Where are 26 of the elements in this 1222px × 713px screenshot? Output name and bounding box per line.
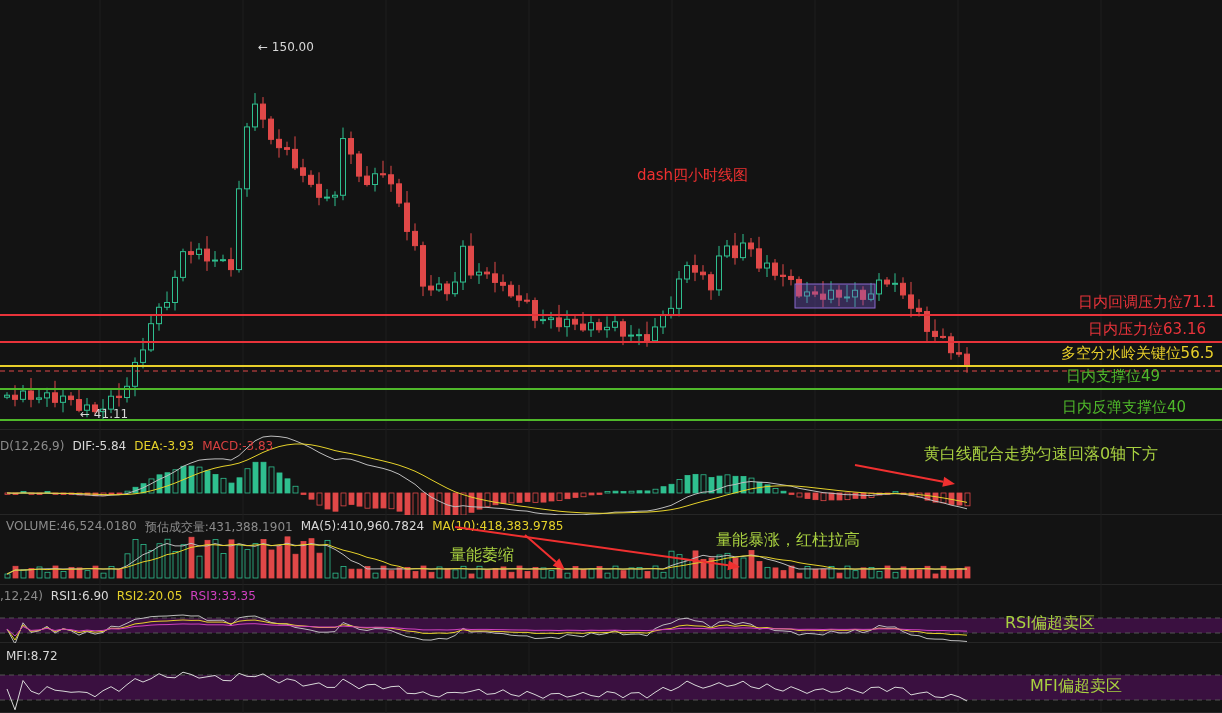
annotation-text: MFI偏超卖区: [1030, 676, 1122, 697]
chart-title: dash四小时线图: [637, 166, 749, 185]
level-label: 日内反弹支撑位40: [1061, 397, 1186, 417]
level-label: 多空分水岭关键位56.5: [1060, 343, 1214, 363]
indicator-value: 预估成交量:431,388.1901: [144, 519, 293, 536]
annotation-text: RSI偏超卖区: [1005, 613, 1095, 634]
indicator-value: MFI:8.72: [6, 649, 58, 663]
indicator-value: RSI3:33.35: [190, 589, 256, 603]
annotation-text: 量能暴涨，红柱拉高: [716, 530, 860, 551]
indicator-value: RSI2:20.05: [116, 589, 183, 603]
indicator-value: ,12,24): [0, 589, 43, 603]
price-marker: ← 150.00: [258, 40, 314, 54]
price-marker: ← 41.11: [80, 407, 129, 421]
indicator-value: MACD:-3.83: [202, 439, 274, 453]
indicator-value: D(12,26,9): [0, 439, 65, 453]
indicator-value: MA(5):410,960.7824: [300, 519, 425, 535]
annotation-text: 量能萎缩: [450, 545, 514, 566]
indicator-value: MA(10):418,383.9785: [432, 519, 564, 535]
level-label: 日内支撑位49: [1065, 366, 1160, 386]
indicator-value: DEA:-3.93: [134, 439, 195, 453]
indicator-value: DIF:-5.84: [72, 439, 127, 453]
indicator-value: VOLUME:46,524.0180: [6, 519, 137, 535]
level-label: 日内压力位63.16: [1088, 319, 1206, 339]
indicator-value: RSI1:6.90: [50, 589, 109, 603]
level-label: 日内回调压力位71.1: [1077, 292, 1216, 312]
annotation-text: 黄白线配合走势匀速回落0轴下方: [924, 444, 1159, 465]
